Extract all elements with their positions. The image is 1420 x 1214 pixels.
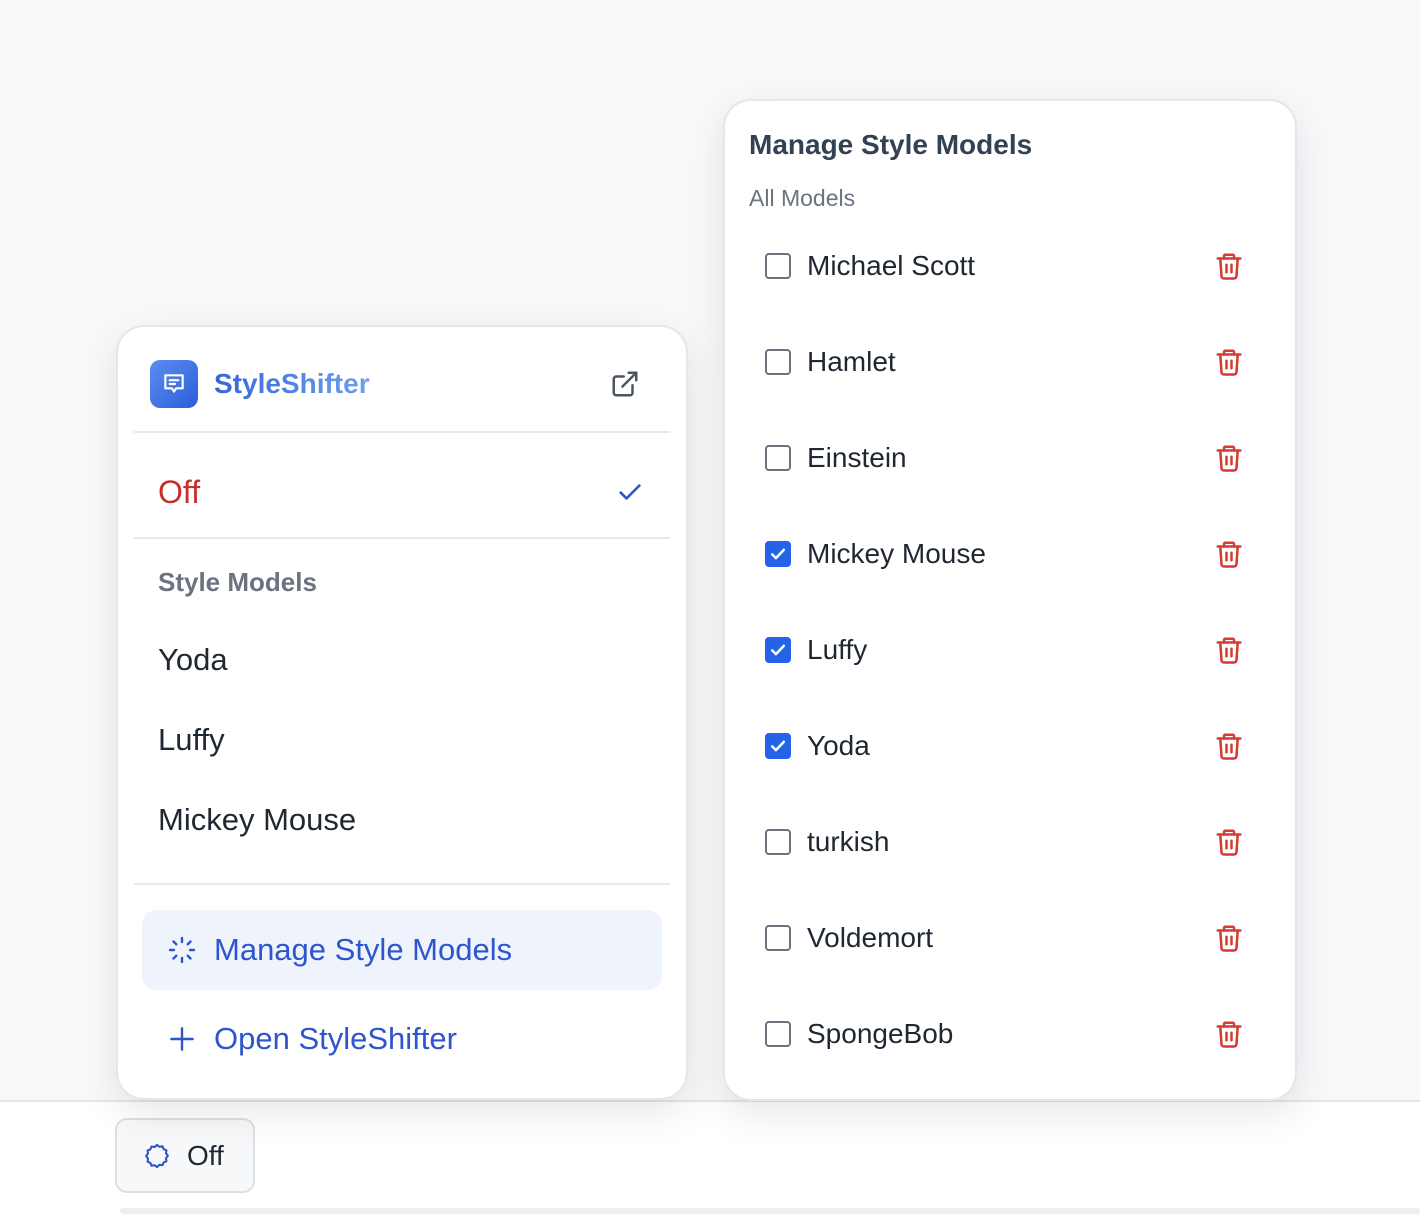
- model-name: SpongeBob: [807, 1018, 954, 1049]
- model-row: turkish: [725, 794, 1295, 890]
- panel-subtitle: All Models: [749, 185, 856, 211]
- external-link-icon[interactable]: [610, 369, 640, 399]
- model-item-mickey-mouse[interactable]: Mickey Mouse: [158, 802, 356, 838]
- loader-icon: [168, 936, 196, 964]
- popup-header: StyleShifter: [150, 360, 654, 408]
- model-row: Mickey Mouse: [725, 506, 1295, 602]
- manage-style-models-panel: Manage Style Models All Models Michael S…: [723, 99, 1297, 1101]
- model-name: turkish: [807, 826, 890, 857]
- model-list: Michael Scott Hamlet Einstein Mickey Mouse L…: [725, 218, 1295, 1082]
- app-logo-icon: [150, 360, 198, 408]
- trash-icon[interactable]: [1214, 731, 1244, 761]
- bottom-strip: [120, 1208, 1420, 1214]
- model-checkbox[interactable]: [765, 733, 791, 759]
- checkmark-icon: [619, 484, 641, 500]
- model-row: Hamlet: [725, 314, 1295, 410]
- model-checkbox[interactable]: [765, 925, 791, 951]
- model-row: Yoda: [725, 698, 1295, 794]
- manage-style-models-label: Manage Style Models: [214, 932, 513, 967]
- model-item-luffy[interactable]: Luffy: [158, 722, 225, 758]
- model-row: SpongeBob: [725, 986, 1295, 1082]
- trash-icon[interactable]: [1214, 635, 1244, 665]
- model-name: Mickey Mouse: [807, 538, 986, 569]
- open-styleshifter-button[interactable]: Open StyleShifter: [142, 999, 662, 1079]
- check-icon: [770, 740, 786, 752]
- model-row: Einstein: [725, 410, 1295, 506]
- off-option[interactable]: Off: [134, 447, 670, 537]
- off-label: Off: [158, 473, 201, 510]
- panel-title: Manage Style Models: [749, 129, 1033, 160]
- trash-icon[interactable]: [1214, 827, 1244, 857]
- trash-icon[interactable]: [1214, 251, 1244, 281]
- model-checkbox[interactable]: [765, 637, 791, 663]
- check-icon: [770, 644, 786, 656]
- model-item-yoda[interactable]: Yoda: [158, 642, 228, 678]
- model-row: Luffy: [725, 602, 1295, 698]
- model-checkbox[interactable]: [765, 1021, 791, 1047]
- styleshifter-popup: StyleShifter Off Style Models Yoda Luffy…: [116, 325, 688, 1100]
- app-name: StyleShifter: [214, 368, 370, 399]
- open-styleshifter-label: Open StyleShifter: [214, 1021, 457, 1056]
- model-row: Voldemort: [725, 890, 1295, 986]
- model-name: Michael Scott: [807, 250, 976, 281]
- model-name: Luffy: [807, 634, 868, 665]
- model-checkbox[interactable]: [765, 349, 791, 375]
- section-title: Style Models: [158, 567, 317, 597]
- model-checkbox[interactable]: [765, 541, 791, 567]
- divider: [134, 431, 670, 433]
- model-name: Hamlet: [807, 346, 896, 377]
- check-icon: [770, 548, 786, 560]
- trash-icon[interactable]: [1214, 443, 1244, 473]
- model-name: Einstein: [807, 442, 907, 473]
- trash-icon[interactable]: [1214, 1019, 1244, 1049]
- model-name: Voldemort: [807, 922, 934, 953]
- trash-icon[interactable]: [1214, 923, 1244, 953]
- model-row: Michael Scott: [725, 218, 1295, 314]
- model-checkbox[interactable]: [765, 829, 791, 855]
- gear-icon: [145, 1143, 169, 1168]
- status-label: Off: [187, 1139, 224, 1171]
- model-checkbox[interactable]: [765, 445, 791, 471]
- trash-icon[interactable]: [1214, 347, 1244, 377]
- plus-icon: [170, 1027, 194, 1051]
- manage-style-models-button[interactable]: Manage Style Models: [142, 910, 662, 990]
- divider: [134, 883, 670, 885]
- divider: [134, 537, 670, 539]
- trash-icon[interactable]: [1214, 539, 1244, 569]
- model-checkbox[interactable]: [765, 253, 791, 279]
- status-button[interactable]: Off: [115, 1118, 255, 1193]
- model-name: Yoda: [807, 730, 870, 761]
